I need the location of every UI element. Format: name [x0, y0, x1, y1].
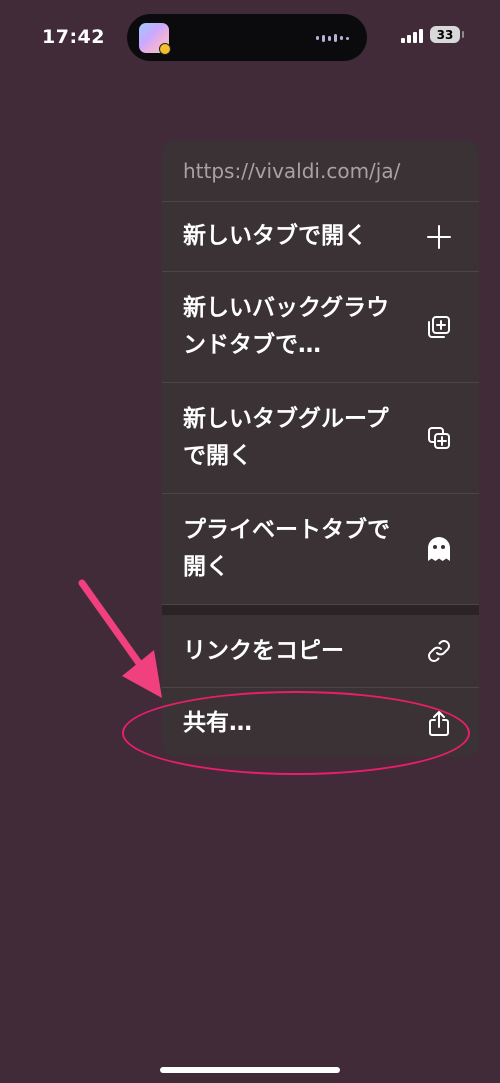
home-indicator[interactable]	[160, 1067, 340, 1073]
annotation-circle	[122, 691, 470, 775]
annotation-arrow	[78, 579, 162, 698]
